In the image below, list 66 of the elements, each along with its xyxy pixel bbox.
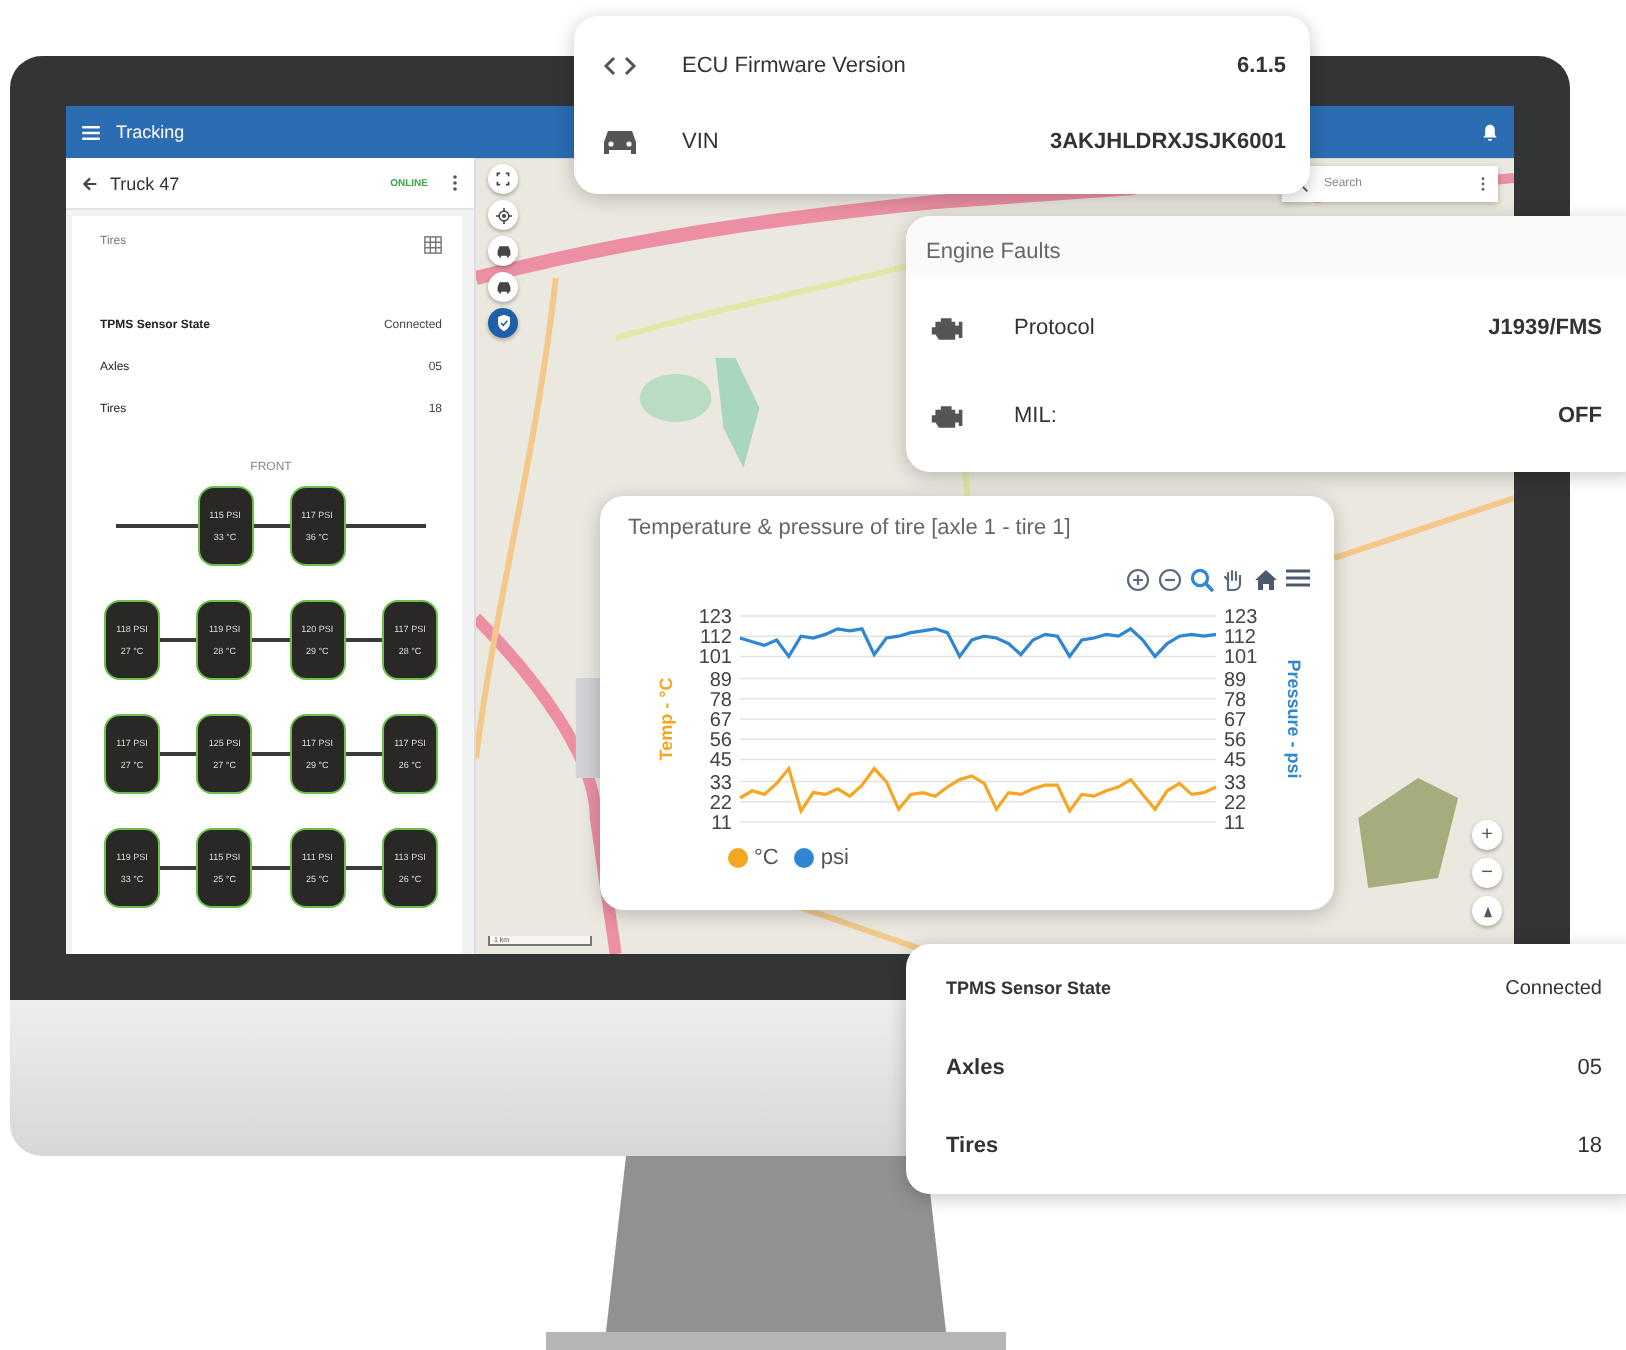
card-title: Engine Faults [926,240,1061,264]
tick-label: 11 [711,813,732,835]
bell-icon[interactable] [1482,123,1498,141]
tick-label: 112 [1224,627,1256,650]
grid-icon[interactable] [424,236,442,254]
field-label: VIN [682,130,719,155]
tick-label: 89 [709,669,732,692]
field-value: J1939/FMS [1488,316,1602,340]
car-icon [495,244,511,258]
tick-label: 123 [698,607,732,629]
field-value: 6.1.5 [1237,53,1286,78]
search-icon[interactable] [1190,568,1214,592]
tick-label: 67 [709,710,732,732]
tick-label: 11 [1224,813,1245,835]
more-icon[interactable] [452,174,458,192]
engine-icon [930,403,966,429]
menu-icon[interactable] [82,125,100,139]
crosshair-icon [495,207,511,223]
tick-label: 78 [1224,689,1247,712]
legend-label[interactable]: °C [754,846,779,870]
tick-label: 56 [1224,730,1247,753]
field-label: Tires [946,1133,999,1157]
car-icon [602,128,638,157]
chart-title: Temperature & pressure of tire [axle 1 - tire 1] [628,516,1073,540]
field-value: Connected [1505,977,1602,999]
compass-icon [1483,905,1491,917]
car-icon [495,280,511,294]
menu-icon[interactable] [1286,568,1310,588]
fullscreen-icon [496,172,510,186]
field-value: 05 [1577,1055,1602,1079]
zoom-in-icon[interactable] [1126,568,1150,592]
tick-label: 67 [1224,710,1247,732]
tick-label: 101 [698,647,732,670]
field-label: ECU Firmware Version [682,53,906,78]
tick-label: 101 [1224,647,1258,670]
engine-icon [930,315,966,341]
code-icon [602,55,638,76]
tick-label: 33 [1224,772,1247,795]
field-value: OFF [1558,404,1602,428]
field-value: 3AKJHLDRXJSJK6001 [1050,130,1286,155]
tick-label: 22 [709,792,732,815]
shield-icon [495,314,511,332]
field-label: MIL: [1014,404,1057,428]
home-icon[interactable] [1254,568,1278,592]
vehicle-title: Truck 47 [110,173,180,193]
app-title: Tracking [116,122,185,142]
tick-label: 45 [1224,750,1247,773]
axis-title: Temp - °C [656,677,676,761]
tick-label: 89 [1224,669,1247,692]
tick-label: 112 [700,627,732,650]
legend-label[interactable]: psi [820,846,849,870]
tick-label: 45 [709,750,732,773]
axis-title: Pressure - psi [1284,659,1304,779]
more-icon[interactable] [1480,176,1486,192]
back-icon[interactable] [82,175,98,191]
zoom-out-icon[interactable] [1158,568,1182,592]
field-label: Protocol [1014,316,1095,340]
field-value: 18 [1577,1133,1602,1157]
tick-label: 56 [709,730,732,753]
tick-label: 123 [1224,607,1258,629]
hand-icon[interactable] [1222,568,1246,592]
field-label: TPMS Sensor State [946,978,1112,998]
tick-label: 78 [709,689,732,712]
field-label: Axles [946,1055,1005,1079]
tick-label: 22 [1224,792,1247,815]
tick-label: 33 [709,772,732,795]
